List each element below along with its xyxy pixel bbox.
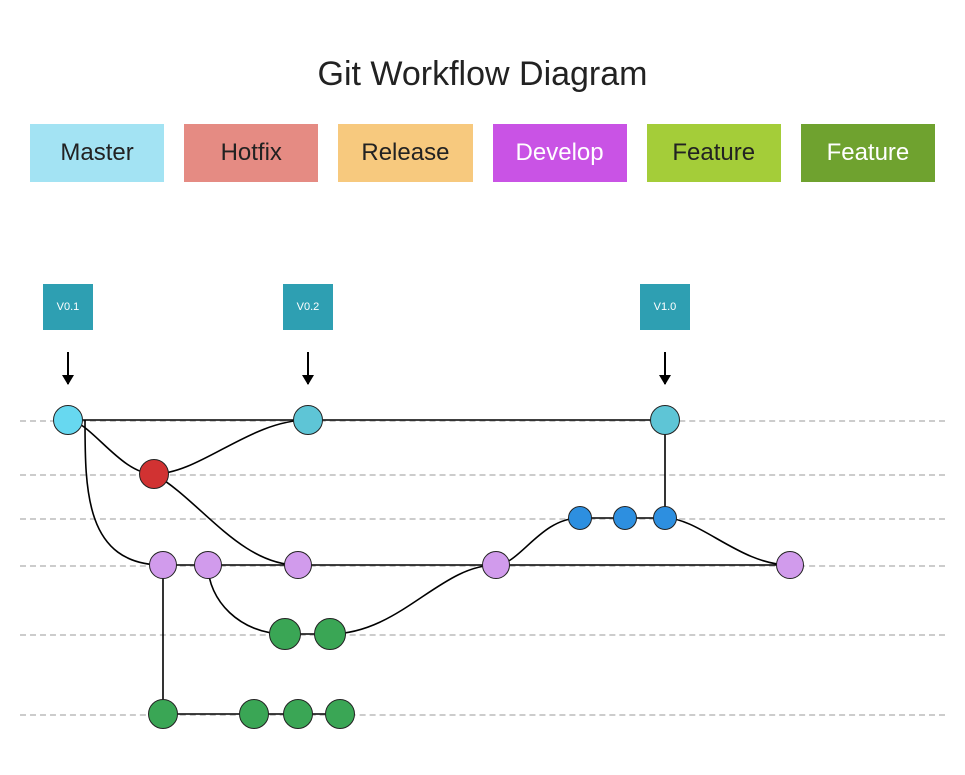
legend-feature1: Feature <box>647 124 781 182</box>
legend-hotfix: Hotfix <box>184 124 318 182</box>
diagram: V0.1 V0.2 V1.0 <box>0 240 965 770</box>
page-title: Git Workflow Diagram <box>0 0 965 124</box>
edges <box>0 240 965 770</box>
commit-node-develop <box>776 551 804 579</box>
commit-node-develop <box>482 551 510 579</box>
legend-develop: Develop <box>493 124 627 182</box>
commit-node-master <box>650 405 680 435</box>
legend-master: Master <box>30 124 164 182</box>
commit-node-develop <box>284 551 312 579</box>
commit-node-release <box>653 506 677 530</box>
commit-node-feature1 <box>314 618 346 650</box>
commit-node-feature2 <box>325 699 355 729</box>
commit-node-feature1 <box>269 618 301 650</box>
commit-node-feature2 <box>148 699 178 729</box>
legend-feature2: Feature <box>801 124 935 182</box>
commit-node-feature2 <box>239 699 269 729</box>
commit-node-release <box>613 506 637 530</box>
commit-node-master <box>293 405 323 435</box>
commit-node-hotfix <box>139 459 169 489</box>
commit-node-develop <box>149 551 177 579</box>
commit-node-develop <box>194 551 222 579</box>
commit-node-feature2 <box>283 699 313 729</box>
legend-release: Release <box>338 124 472 182</box>
legend: Master Hotfix Release Develop Feature Fe… <box>0 124 965 182</box>
commit-node-master <box>53 405 83 435</box>
commit-node-release <box>568 506 592 530</box>
